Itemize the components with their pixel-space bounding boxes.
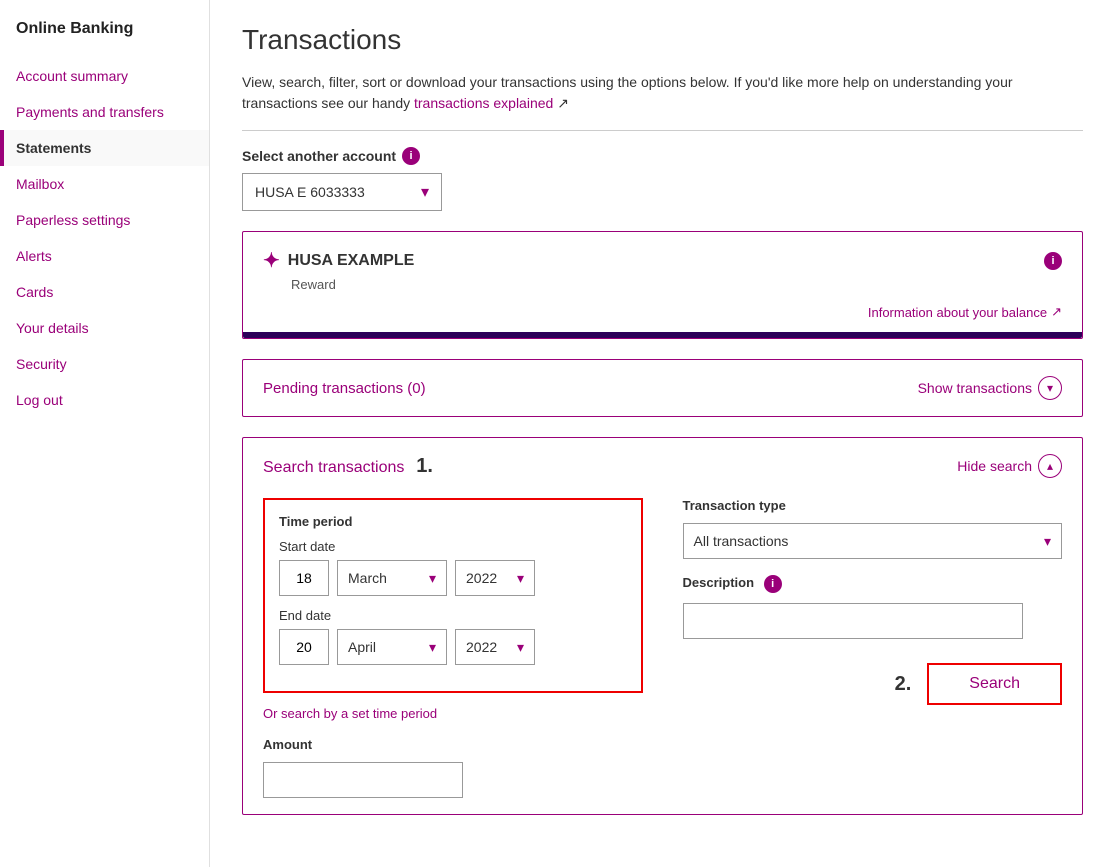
start-day-input[interactable] (279, 560, 329, 596)
sidebar-title: Online Banking (0, 20, 209, 58)
balance-link-icon: ↗ (1051, 304, 1062, 320)
end-month-chevron: ▾ (429, 639, 436, 656)
description-input[interactable] (683, 603, 1023, 639)
sidebar-item-payments-transfers[interactable]: Payments and transfers (0, 94, 209, 130)
end-year-chevron: ▾ (517, 639, 524, 656)
search-section-title-group: Search transactions 1. (263, 455, 433, 478)
sidebar-item-paperless-settings[interactable]: Paperless settings (0, 202, 209, 238)
search-section-title: Search transactions (263, 459, 404, 476)
transaction-type-dropdown[interactable]: All transactions ▾ (683, 523, 1063, 559)
page-title: Transactions (242, 24, 1083, 56)
account-card-name: ✦ HUSA EXAMPLE (263, 248, 414, 273)
account-selector-label-text: Select another account (242, 148, 396, 164)
account-selector-info-icon[interactable]: i (402, 147, 420, 165)
step-2-indicator: 2. (895, 673, 912, 696)
sidebar-item-alerts[interactable]: Alerts (0, 238, 209, 274)
show-transactions-label: Show transactions (918, 380, 1032, 396)
sidebar-item-statements[interactable]: Statements (0, 130, 209, 166)
start-year-value: 2022 (466, 570, 497, 586)
pending-transactions-section: Pending transactions (0) Show transactio… (242, 359, 1083, 417)
search-transactions-section: Search transactions 1. Hide search ▴ Tim… (242, 437, 1083, 815)
end-month-select[interactable]: April ▾ (337, 629, 447, 665)
sidebar-item-mailbox[interactable]: Mailbox (0, 166, 209, 202)
start-date-label: Start date (279, 539, 627, 554)
search-form: Time period Start date March ▾ 2022 ▾ (263, 498, 1062, 798)
end-date-label: End date (279, 608, 627, 623)
show-transactions-button[interactable]: Show transactions ▾ (918, 376, 1062, 400)
step-1-indicator: 1. (416, 455, 433, 477)
time-period-label: Time period (279, 514, 627, 529)
hide-search-chevron: ▴ (1038, 454, 1062, 478)
time-period-box: Time period Start date March ▾ 2022 ▾ (263, 498, 643, 693)
transaction-type-label: Transaction type (683, 498, 1063, 513)
account-card: ✦ HUSA EXAMPLE i Reward Information abou… (242, 231, 1083, 339)
end-month-value: April (348, 639, 376, 655)
set-time-period-link[interactable]: Or search by a set time period (263, 706, 437, 721)
balance-link-text: Information about your balance (868, 305, 1047, 320)
sidebar-item-account-summary[interactable]: Account summary (0, 58, 209, 94)
account-dropdown-chevron: ▾ (421, 182, 429, 202)
amount-label: Amount (263, 737, 643, 752)
start-date-row: March ▾ 2022 ▾ (279, 560, 627, 596)
search-section-header: Search transactions 1. Hide search ▴ (263, 454, 1062, 478)
account-card-type: Reward (291, 277, 1062, 292)
transaction-type-section: Transaction type All transactions ▾ (683, 498, 1063, 559)
search-right-column: Transaction type All transactions ▾ Desc… (683, 498, 1063, 798)
search-button[interactable]: Search (927, 663, 1062, 705)
hide-search-label: Hide search (957, 458, 1032, 474)
account-selector-section: Select another account i HUSA E 6033333 … (242, 147, 1083, 211)
account-dropdown[interactable]: HUSA E 6033333 ▾ (242, 173, 442, 211)
search-left-column: Time period Start date March ▾ 2022 ▾ (263, 498, 643, 798)
account-card-header: ✦ HUSA EXAMPLE i (263, 248, 1062, 273)
search-actions: 2. Search (683, 663, 1063, 705)
external-link-icon: ↗ (557, 95, 569, 111)
account-balance-link[interactable]: Information about your balance ↗ (263, 304, 1062, 320)
account-dropdown-value: HUSA E 6033333 (255, 184, 365, 200)
hide-search-button[interactable]: Hide search ▴ (957, 454, 1062, 478)
start-month-chevron: ▾ (429, 570, 436, 587)
transaction-type-chevron: ▾ (1044, 533, 1051, 550)
end-year-select[interactable]: 2022 ▾ (455, 629, 535, 665)
show-transactions-chevron: ▾ (1038, 376, 1062, 400)
start-year-select[interactable]: 2022 ▾ (455, 560, 535, 596)
description-label: Description i (683, 575, 1063, 593)
start-year-chevron: ▾ (517, 570, 524, 587)
end-day-input[interactable] (279, 629, 329, 665)
pending-title: Pending transactions (0) (263, 380, 426, 397)
sidebar-item-security[interactable]: Security (0, 346, 209, 382)
end-year-value: 2022 (466, 639, 497, 655)
sidebar-item-log-out[interactable]: Log out (0, 382, 209, 418)
amount-section: Amount (263, 737, 643, 798)
account-flower-icon: ✦ (263, 248, 280, 273)
sidebar: Online Banking Account summary Payments … (0, 0, 210, 867)
page-description: View, search, filter, sort or download y… (242, 72, 1083, 131)
description-info-icon[interactable]: i (764, 575, 782, 593)
description-label-text: Description (683, 575, 755, 590)
start-month-select[interactable]: March ▾ (337, 560, 447, 596)
sidebar-item-your-details[interactable]: Your details (0, 310, 209, 346)
account-name-text: HUSA EXAMPLE (288, 252, 415, 270)
account-selector-label: Select another account i (242, 147, 1083, 165)
account-card-bar (243, 332, 1082, 338)
end-date-row: April ▾ 2022 ▾ (279, 629, 627, 665)
sidebar-item-cards[interactable]: Cards (0, 274, 209, 310)
transaction-type-value: All transactions (694, 533, 789, 549)
account-card-info-icon[interactable]: i (1044, 252, 1062, 270)
description-section: Description i (683, 575, 1063, 639)
transactions-explained-link[interactable]: transactions explained (414, 95, 553, 111)
description-text: View, search, filter, sort or download y… (242, 74, 1013, 111)
main-content: Transactions View, search, filter, sort … (210, 0, 1115, 867)
start-month-value: March (348, 570, 387, 586)
amount-input[interactable] (263, 762, 463, 798)
